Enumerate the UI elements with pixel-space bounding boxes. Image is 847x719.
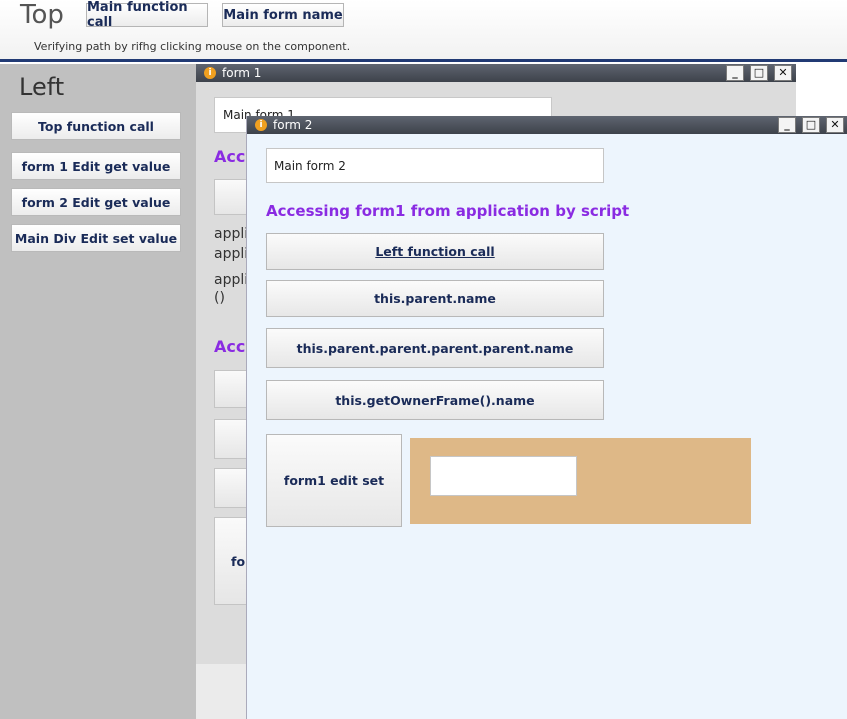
left-title: Left <box>19 73 65 101</box>
main-div-edit-set-value-button[interactable]: Main Div Edit set value <box>11 224 181 252</box>
form1-text-4: () <box>214 290 225 306</box>
minimize-icon[interactable]: _ <box>778 117 796 133</box>
top-title: Top <box>20 0 64 30</box>
form1-edit-set-button[interactable]: form1 edit set <box>266 434 402 527</box>
edit-set-input[interactable] <box>430 456 577 496</box>
maximize-icon[interactable]: □ <box>750 65 768 81</box>
info-icon: i <box>204 67 216 79</box>
left-function-call-button[interactable]: Left function call <box>266 233 604 270</box>
form2-title: form 2 <box>273 118 313 132</box>
close-icon[interactable]: ✕ <box>774 65 792 81</box>
this-parent-parent-parent-parent-name-button[interactable]: this.parent.parent.parent.parent.name <box>266 328 604 368</box>
form2-edit-get-value-button[interactable]: form 2 Edit get value <box>11 188 181 216</box>
edit-set-panel <box>410 438 751 524</box>
this-parent-name-button[interactable]: this.parent.name <box>266 280 604 317</box>
maximize-icon[interactable]: □ <box>802 117 820 133</box>
minimize-icon[interactable]: _ <box>726 65 744 81</box>
form2-heading: Accessing form1 from application by scri… <box>266 202 630 220</box>
form1-title: form 1 <box>222 66 262 80</box>
form2-titlebar[interactable]: i form 2 _ □ ✕ <box>247 116 847 134</box>
form2-window: i form 2 _ □ ✕ Main form 2 Accessing for… <box>246 116 847 719</box>
form2-edit[interactable]: Main form 2 <box>266 148 604 183</box>
top-function-call-button[interactable]: Top function call <box>11 112 181 140</box>
main-form-name-button[interactable]: Main form name <box>222 3 344 27</box>
form1-edit-get-value-button[interactable]: form 1 Edit get value <box>11 152 181 180</box>
form1-titlebar[interactable]: i form 1 _ □ ✕ <box>196 64 796 82</box>
main-function-call-button[interactable]: Main function call <box>86 0 208 30</box>
form1-text-1: appli <box>214 226 249 242</box>
close-icon[interactable]: ✕ <box>826 117 844 133</box>
top-hint-text: Verifying path by rifhg clicking mouse o… <box>34 40 351 53</box>
info-icon: i <box>255 119 267 131</box>
get-owner-frame-name-button[interactable]: this.getOwnerFrame().name <box>266 380 604 420</box>
form1-text-2: appli <box>214 246 249 262</box>
form1-text-3: appli <box>214 272 249 288</box>
